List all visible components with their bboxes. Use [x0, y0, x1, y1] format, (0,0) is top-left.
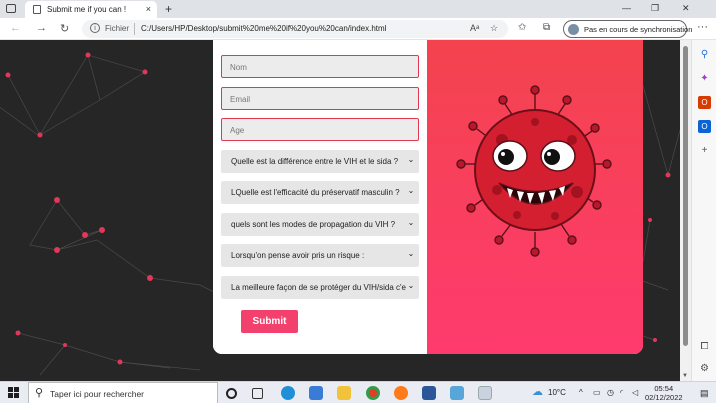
minimize-button[interactable]: — [622, 3, 631, 13]
form-panel: Nom Email Age Quelle est la différence e… [213, 40, 427, 354]
sync-status-button[interactable]: Pas en cours de synchronisation [563, 20, 692, 38]
email-placeholder: Email [230, 95, 251, 104]
taskbar-search-box[interactable]: ⚲ Taper ici pour rechercher [28, 382, 218, 403]
question-select-5[interactable]: La meilleure façon de se protéger du VIH… [221, 276, 419, 299]
read-aloud-icon[interactable]: Aᵃ [470, 23, 479, 33]
battery-icon[interactable]: ▭ [593, 388, 601, 397]
refresh-icon[interactable]: ↻ [60, 22, 69, 35]
active-app-icon[interactable] [478, 386, 492, 400]
submit-button[interactable]: Submit [241, 310, 298, 333]
info-icon[interactable]: i [90, 23, 100, 33]
question-select-2[interactable]: LQuelle est l'efficacité du préservatif … [221, 181, 419, 204]
new-tab-button[interactable]: + [165, 2, 172, 16]
close-window-button[interactable]: ✕ [682, 3, 690, 14]
question-select-4[interactable]: Lorsqu'on pense avoir pris un risque : ⌄ [221, 244, 419, 267]
weather-cloud-icon[interactable]: ☁ [532, 385, 543, 398]
page-icon [33, 5, 41, 14]
search-icon: ⚲ [35, 387, 44, 399]
age-placeholder: Age [230, 126, 245, 135]
word-icon[interactable] [422, 386, 436, 400]
office-icon[interactable]: O [698, 96, 711, 109]
chrome-icon[interactable] [366, 386, 380, 400]
scrollbar-thumb[interactable] [683, 46, 688, 346]
url-bar[interactable]: i Fichier C:/Users/HP/Desktop/submit%20m… [82, 20, 508, 38]
page-viewport: Nom Email Age Quelle est la différence e… [0, 40, 680, 381]
browser-tab[interactable]: Submit me if you can ! × [25, 1, 157, 18]
weather-temperature[interactable]: 10°C [548, 388, 566, 397]
forward-arrow-icon[interactable]: → [36, 22, 47, 34]
tab-title: Submit me if you can ! [47, 5, 127, 14]
avatar [568, 24, 579, 35]
email-field[interactable]: Email [221, 87, 419, 110]
settings-gear-icon[interactable]: ⚙ [698, 362, 711, 375]
firefox-icon[interactable] [394, 386, 408, 400]
clock-date: 02/12/2022 [645, 393, 683, 402]
illustration-panel [427, 40, 643, 354]
windows-taskbar: ⚲ Taper ici pour rechercher ☁ 10°C ^ ▭ ◷… [0, 381, 716, 403]
chevron-down-icon: ⌄ [406, 186, 416, 198]
outlook-icon[interactable]: O [698, 120, 711, 133]
edge-sidebar: ⚲ ✦ O O + ⧠ ⚙ [691, 40, 716, 381]
select-value: Quelle est la différence entre le VIH et… [231, 157, 399, 166]
back-arrow-icon[interactable]: ← [10, 22, 21, 34]
favorites-bar-icon[interactable]: ✩ [518, 22, 526, 33]
store-icon[interactable] [309, 386, 323, 400]
name-field[interactable]: Nom [221, 55, 419, 78]
add-sidebar-icon[interactable]: + [698, 144, 711, 157]
question-select-1[interactable]: Quelle est la différence entre le VIH et… [221, 150, 419, 173]
url-scheme-label: Fichier [105, 24, 130, 33]
scroll-down-icon[interactable]: ▼ [682, 373, 688, 379]
notification-icon[interactable]: ▤ [700, 388, 709, 399]
tab-actions-icon[interactable] [6, 4, 16, 13]
select-value: LQuelle est l'efficacité du préservatif … [231, 188, 400, 197]
app-icon[interactable] [450, 386, 464, 400]
chevron-down-icon: ⌄ [406, 249, 416, 261]
wifi-icon[interactable]: ◜ [620, 388, 623, 397]
tray-chevron-icon[interactable]: ^ [579, 388, 583, 397]
url-divider [134, 23, 135, 35]
file-explorer-icon[interactable] [337, 386, 351, 400]
select-value: Lorsqu'on pense avoir pris un risque : [231, 251, 365, 260]
vertical-scrollbar[interactable]: ▼ [680, 40, 691, 381]
hide-sidebar-icon[interactable]: ⧠ [698, 340, 711, 353]
task-view-icon[interactable] [252, 388, 263, 399]
form-card: Nom Email Age Quelle est la différence e… [213, 40, 643, 354]
discover-icon[interactable]: ✦ [698, 72, 711, 85]
age-field[interactable]: Age [221, 118, 419, 141]
chevron-down-icon: ⌄ [406, 218, 416, 230]
url-text[interactable]: C:/Users/HP/Desktop/submit%20me%20if%20y… [141, 24, 386, 33]
name-placeholder: Nom [230, 63, 247, 72]
question-select-3[interactable]: quels sont les modes de propagation du V… [221, 213, 419, 236]
collections-icon[interactable]: ⧉ [543, 22, 550, 33]
search-icon[interactable]: ⚲ [698, 48, 711, 61]
network-icon[interactable]: ◷ [607, 388, 614, 397]
windows-icon[interactable] [8, 387, 20, 399]
clock[interactable]: 05:54 02/12/2022 [645, 384, 683, 402]
taskbar-search-placeholder: Taper ici pour rechercher [50, 389, 145, 399]
edge-icon[interactable] [281, 386, 295, 400]
clock-time: 05:54 [654, 384, 674, 393]
tab-bar: Submit me if you can ! × + — ❐ ✕ [0, 0, 716, 18]
chevron-down-icon: ⌄ [406, 281, 416, 293]
sync-status-label: Pas en cours de synchronisation [584, 25, 693, 34]
address-toolbar: ← → ↻ i Fichier C:/Users/HP/Desktop/subm… [0, 18, 716, 40]
select-value: quels sont les modes de propagation du V… [231, 220, 396, 229]
tab-close-icon[interactable]: × [146, 4, 151, 14]
chevron-down-icon: ⌄ [406, 155, 416, 167]
favorite-icon[interactable]: ☆ [490, 23, 498, 34]
cortana-icon[interactable] [226, 388, 237, 399]
more-menu-button[interactable]: ··· [697, 21, 708, 33]
select-value: La meilleure façon de se protéger du VIH… [231, 283, 413, 292]
volume-icon[interactable]: ◁ [632, 388, 638, 397]
virus-illustration [456, 85, 612, 257]
maximize-button[interactable]: ❐ [651, 3, 659, 14]
